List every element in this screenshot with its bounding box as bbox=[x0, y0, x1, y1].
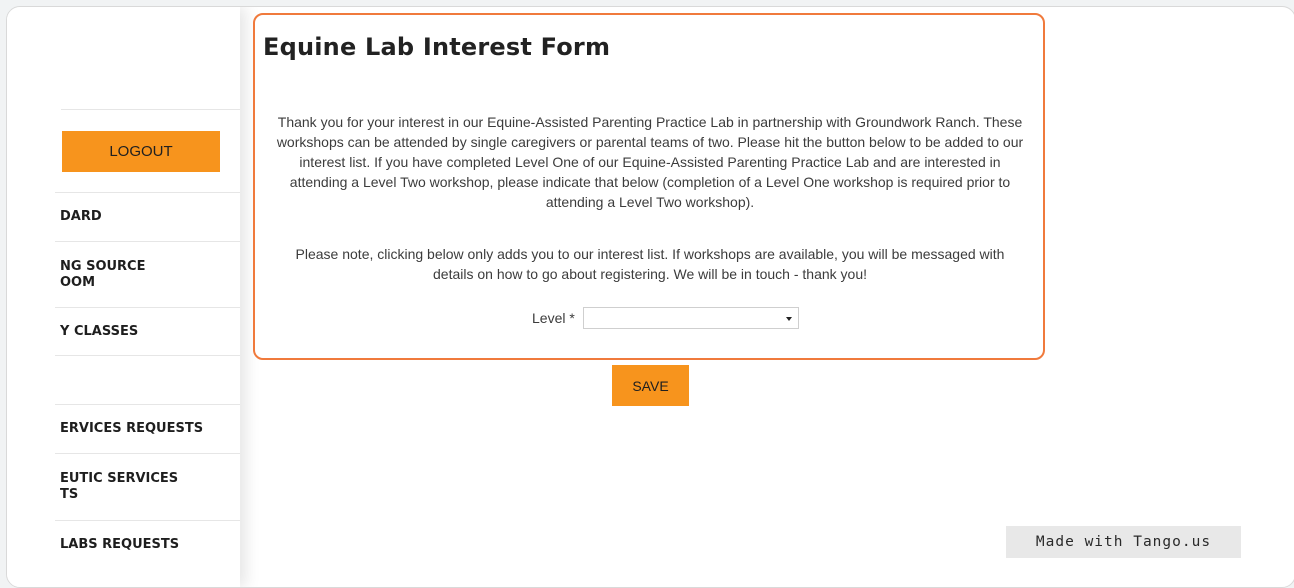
level-label: Level * bbox=[532, 310, 575, 326]
logout-button[interactable]: LOGOUT bbox=[62, 131, 220, 172]
sidebar-item-label: DARD bbox=[60, 209, 102, 224]
sidebar-item-blank[interactable] bbox=[55, 355, 240, 404]
sidebar-item-classes[interactable]: Y CLASSES bbox=[55, 307, 240, 355]
level-select[interactable] bbox=[582, 307, 799, 329]
browser-frame: LOGOUT DARD NG SOURCE OOM Y CLASSES ERVI… bbox=[6, 6, 1294, 588]
sidebar-divider bbox=[61, 109, 240, 110]
tango-watermark: Made with Tango.us bbox=[1006, 526, 1241, 558]
caret-down-icon bbox=[785, 317, 792, 321]
note-paragraph: Please note, clicking below only adds yo… bbox=[295, 246, 1005, 282]
save-button[interactable]: SAVE bbox=[612, 365, 689, 406]
page-title: Equine Lab Interest Form bbox=[263, 33, 611, 61]
sidebar-item-label: EUTIC SERVICES TS bbox=[60, 471, 179, 502]
interest-form-panel: Equine Lab Interest Form Thank you for y… bbox=[253, 13, 1045, 360]
level-field: Level * bbox=[532, 305, 799, 331]
sidebar-item-resource-room[interactable]: NG SOURCE OOM bbox=[55, 241, 240, 307]
sidebar-item-dashboard[interactable]: DARD bbox=[55, 192, 240, 241]
sidebar-item-label: NG SOURCE OOM bbox=[60, 258, 146, 290]
sidebar-item-label: Y CLASSES bbox=[60, 323, 139, 339]
intro-paragraph: Thank you for your interest in our Equin… bbox=[276, 114, 1024, 210]
sidebar-item-labs-requests[interactable]: LABS REQUESTS bbox=[55, 520, 240, 568]
sidebar-item-services-requests[interactable]: ERVICES REQUESTS bbox=[55, 404, 240, 453]
sidebar-item-therapeutic-services-requests[interactable]: EUTIC SERVICES TS bbox=[55, 453, 240, 520]
sidebar-item-label: LABS REQUESTS bbox=[60, 536, 180, 552]
sidebar: LOGOUT DARD NG SOURCE OOM Y CLASSES ERVI… bbox=[7, 7, 240, 587]
sidebar-item-label: ERVICES REQUESTS bbox=[60, 421, 204, 436]
